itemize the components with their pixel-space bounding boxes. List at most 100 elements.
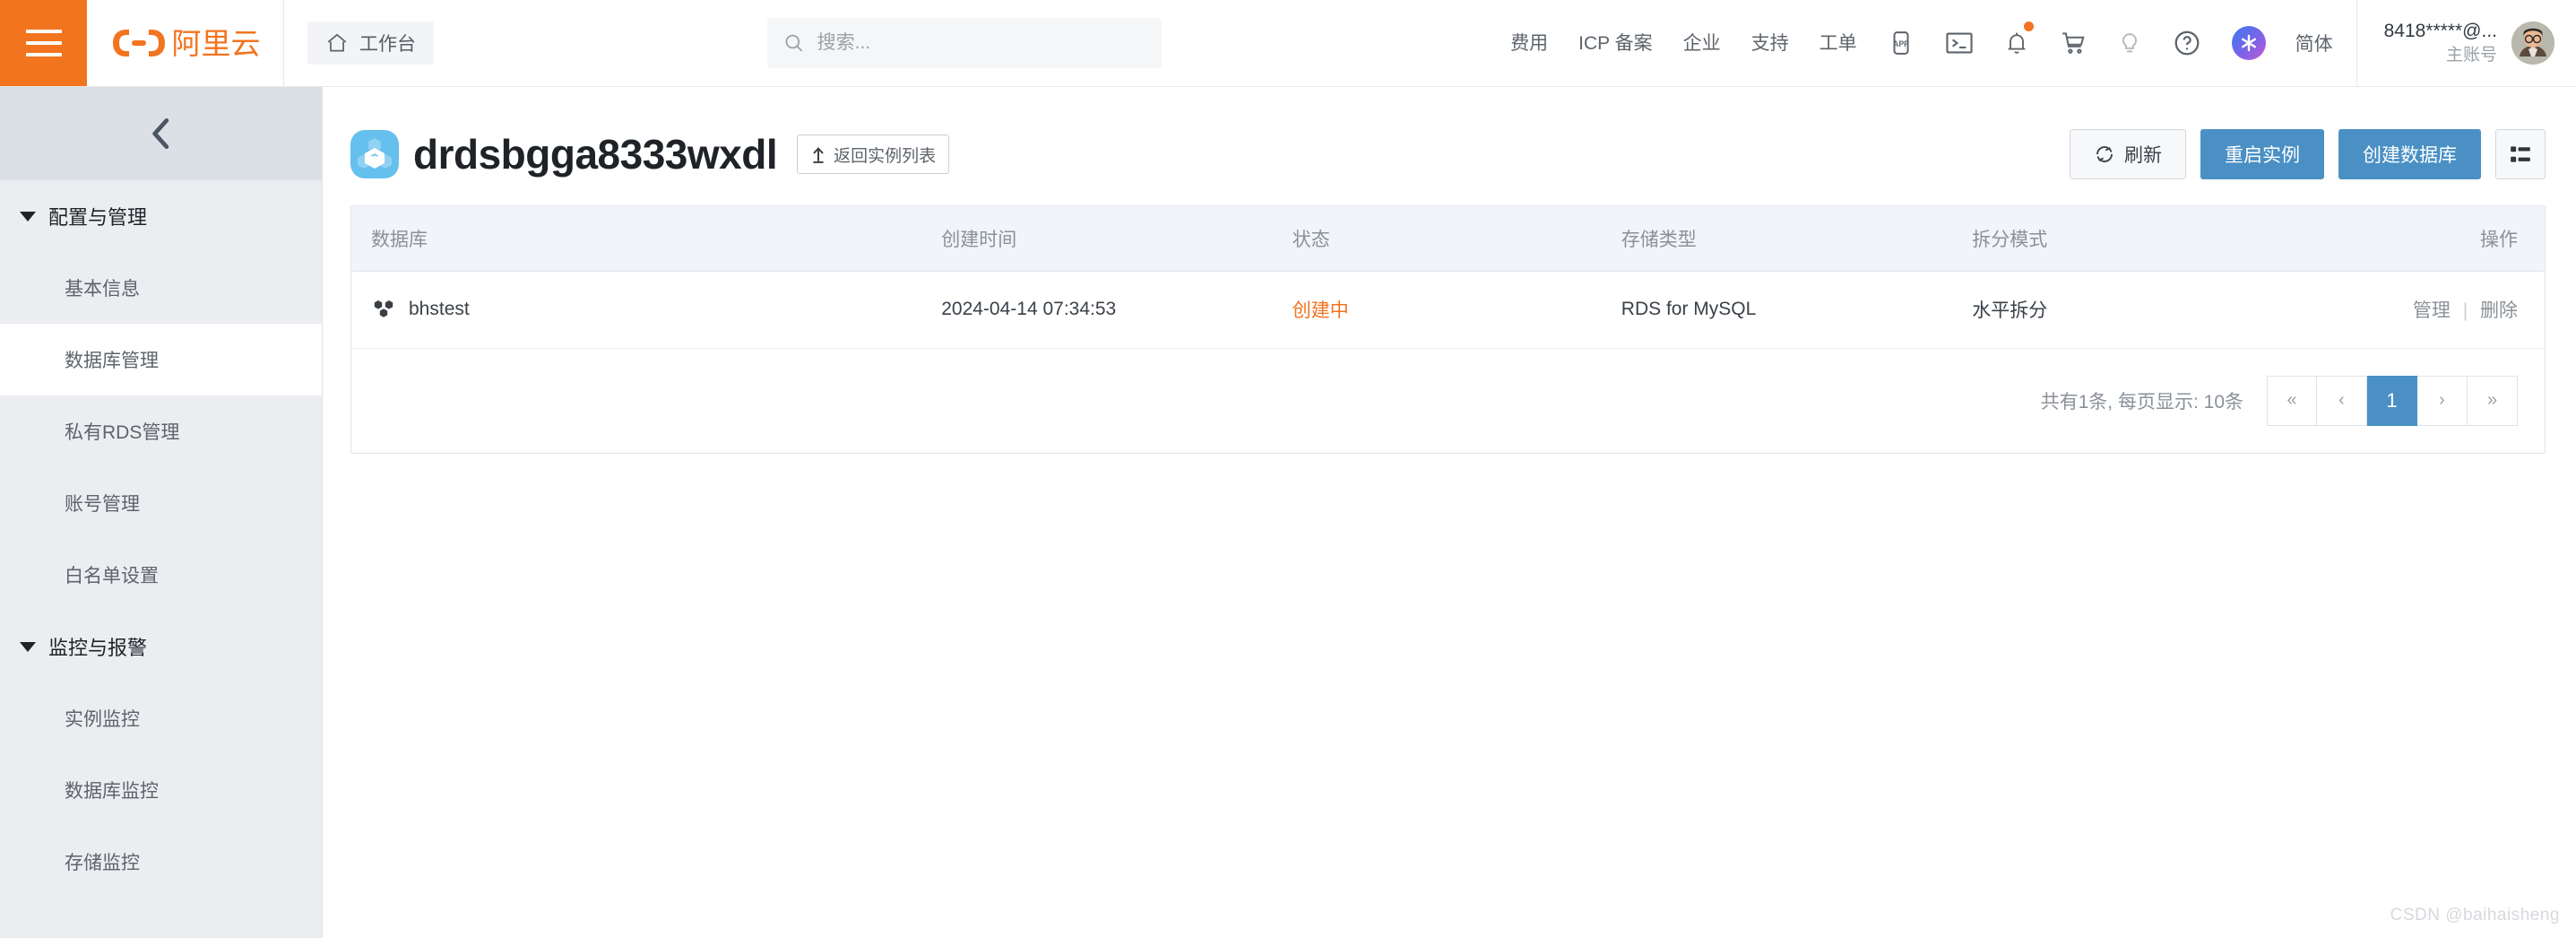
pagination-page-1[interactable]: 1 (2367, 375, 2417, 426)
sidebar-item-account-management[interactable]: 账号管理 (0, 467, 322, 539)
topnav-link-enterprise[interactable]: 企业 (1668, 34, 1736, 53)
lightbulb-icon (2122, 33, 2137, 53)
hamburger-icon-line (25, 53, 62, 56)
sidebar-group-label: 监控与报警 (48, 637, 148, 659)
back-arrow-icon (813, 147, 824, 163)
cart-icon (2062, 32, 2085, 54)
sidebar-item-storage-monitor[interactable]: 存储监控 (0, 826, 322, 898)
cloud-shell-button[interactable] (1930, 30, 1989, 56)
database-name-label[interactable]: bhstest (409, 299, 470, 320)
aliyun-logo-icon (112, 30, 165, 56)
help-button[interactable] (2157, 29, 2217, 57)
sidebar-item-whitelist[interactable]: 白名单设置 (0, 539, 322, 611)
topnav-link-icp[interactable]: ICP 备案 (1563, 34, 1667, 53)
help-circle-icon (2174, 30, 2199, 56)
back-to-instance-list-button[interactable]: 返回实例列表 (797, 135, 950, 174)
sidebar-collapse-button[interactable] (0, 87, 322, 180)
create-database-label: 创建数据库 (2363, 145, 2457, 166)
sidebar-group-config-management[interactable]: 配置与管理 (0, 180, 322, 252)
list-view-icon (2511, 146, 2530, 162)
create-database-button[interactable]: 创建数据库 (2338, 129, 2481, 179)
cell-database-name: bhstest (351, 271, 922, 349)
sidebar-item-private-rds[interactable]: 私有RDS管理 (0, 395, 322, 467)
column-header-storage-type: 存储类型 (1601, 206, 1953, 272)
column-header-created-time: 创建时间 (921, 206, 1273, 272)
table-body: bhstest 2024-04-14 07:34:53 创建中 RDS for … (351, 271, 2545, 349)
pagination-summary: 共有1条, 每页显示: 10条 (2040, 391, 2243, 413)
top-nav-links: 费用 ICP 备案 企业 支持 工单 APP 简体 (1495, 22, 2347, 60)
avatar-image (2511, 22, 2554, 65)
restart-instance-label: 重启实例 (2225, 145, 2300, 166)
svg-text:APP: APP (1893, 39, 1909, 48)
avatar[interactable] (2511, 22, 2554, 65)
status-badge: 创建中 (1272, 271, 1602, 349)
main-content: drdsbgga8333wxdl 返回实例列表 刷新 重启实例 创建数据库 数据… (324, 87, 2576, 938)
operations-separator: | (2462, 300, 2468, 321)
tips-button[interactable] (2102, 30, 2157, 56)
sidebar-item-database-monitor[interactable]: 数据库监控 (0, 754, 322, 826)
delete-link[interactable]: 删除 (2480, 300, 2518, 321)
database-table: 数据库 创建时间 状态 存储类型 拆分模式 操作 bhstest 2024-04… (351, 206, 2545, 349)
drds-instance-icon (350, 130, 399, 178)
pagination-last-page[interactable]: » (2468, 375, 2518, 426)
sidebar-item-basic-info[interactable]: 基本信息 (0, 252, 322, 324)
database-table-card: 数据库 创建时间 状态 存储类型 拆分模式 操作 bhstest 2024-04… (350, 205, 2546, 454)
global-search-box[interactable] (767, 18, 1163, 68)
home-icon (327, 33, 347, 52)
hamburger-icon-line (25, 30, 62, 33)
workbench-label: 工作台 (359, 34, 416, 55)
caret-down-icon (20, 641, 36, 652)
topnav-link-support[interactable]: 支持 (1736, 34, 1804, 53)
notifications-button[interactable] (1989, 22, 2044, 56)
pagination-bar: 共有1条, 每页显示: 10条 « ‹ 1 › » (351, 349, 2545, 453)
search-input[interactable] (817, 32, 1146, 54)
database-cluster-icon (374, 300, 393, 317)
back-button-label: 返回实例列表 (834, 146, 937, 166)
list-view-toggle-button[interactable] (2495, 129, 2546, 179)
top-navigation-bar: 阿里云 工作台 费用 ICP 备案 企业 支持 工单 APP (0, 0, 2576, 87)
language-switcher[interactable]: 简体 (2281, 30, 2347, 56)
page-header: drdsbgga8333wxdl 返回实例列表 刷新 重启实例 创建数据库 (324, 87, 2576, 187)
table-header-row: 数据库 创建时间 状态 存储类型 拆分模式 操作 (351, 206, 2545, 272)
pagination-next-page[interactable]: › (2417, 375, 2468, 426)
pagination-prev-page[interactable]: ‹ (2317, 375, 2367, 426)
page-title: drdsbgga8333wxdl (413, 131, 778, 178)
sidebar-item-label: 存储监控 (65, 853, 140, 873)
search-icon (785, 34, 803, 52)
refresh-button-label: 刷新 (2124, 145, 2162, 166)
table-row: bhstest 2024-04-14 07:34:53 创建中 RDS for … (351, 271, 2545, 349)
hamburger-menu-button[interactable] (0, 0, 87, 86)
topnav-link-fees[interactable]: 费用 (1495, 34, 1563, 53)
cart-button[interactable] (2044, 30, 2102, 56)
sidebar-item-label: 账号管理 (65, 494, 140, 515)
sidebar-item-instance-monitor[interactable]: 实例监控 (0, 682, 322, 754)
terminal-icon (1946, 32, 1973, 54)
table-header: 数据库 创建时间 状态 存储类型 拆分模式 操作 (351, 206, 2545, 272)
bell-icon (2008, 32, 2025, 54)
topnav-link-tickets[interactable]: 工单 (1804, 34, 1872, 53)
app-button[interactable]: APP (1872, 30, 1930, 56)
brand-name-label: 阿里云 (171, 25, 261, 61)
sidebar-group-label: 配置与管理 (48, 206, 148, 229)
sidebar-item-database-management[interactable]: 数据库管理 (0, 324, 322, 395)
refresh-button[interactable]: 刷新 (2070, 129, 2186, 179)
refresh-icon (2096, 146, 2113, 162)
cell-created-time: 2024-04-14 07:34:53 (921, 271, 1273, 349)
restart-instance-button[interactable]: 重启实例 (2200, 129, 2324, 179)
brand-logo-area[interactable]: 阿里云 (87, 0, 284, 86)
workbench-button[interactable]: 工作台 (307, 22, 434, 65)
ai-assistant-button[interactable] (2217, 26, 2281, 60)
user-account-menu[interactable]: 8418*****@... 主账号 (2356, 0, 2576, 86)
sidebar-group-monitoring-alerts[interactable]: 监控与报警 (0, 611, 322, 682)
sidebar-item-label: 私有RDS管理 (65, 422, 180, 443)
column-header-operations: 操作 (2325, 206, 2545, 272)
app-icon: APP (1893, 31, 1909, 55)
pagination-first-page[interactable]: « (2267, 375, 2317, 426)
pagination-controls: « ‹ 1 › » (2267, 375, 2518, 426)
cell-operations: 管理 | 删除 (2325, 271, 2545, 349)
column-header-status: 状态 (1272, 206, 1602, 272)
hamburger-icon-line (25, 41, 62, 45)
sidebar-item-label: 数据库管理 (65, 351, 159, 371)
sidebar-item-label: 实例监控 (65, 709, 140, 730)
manage-link[interactable]: 管理 (2413, 300, 2451, 321)
